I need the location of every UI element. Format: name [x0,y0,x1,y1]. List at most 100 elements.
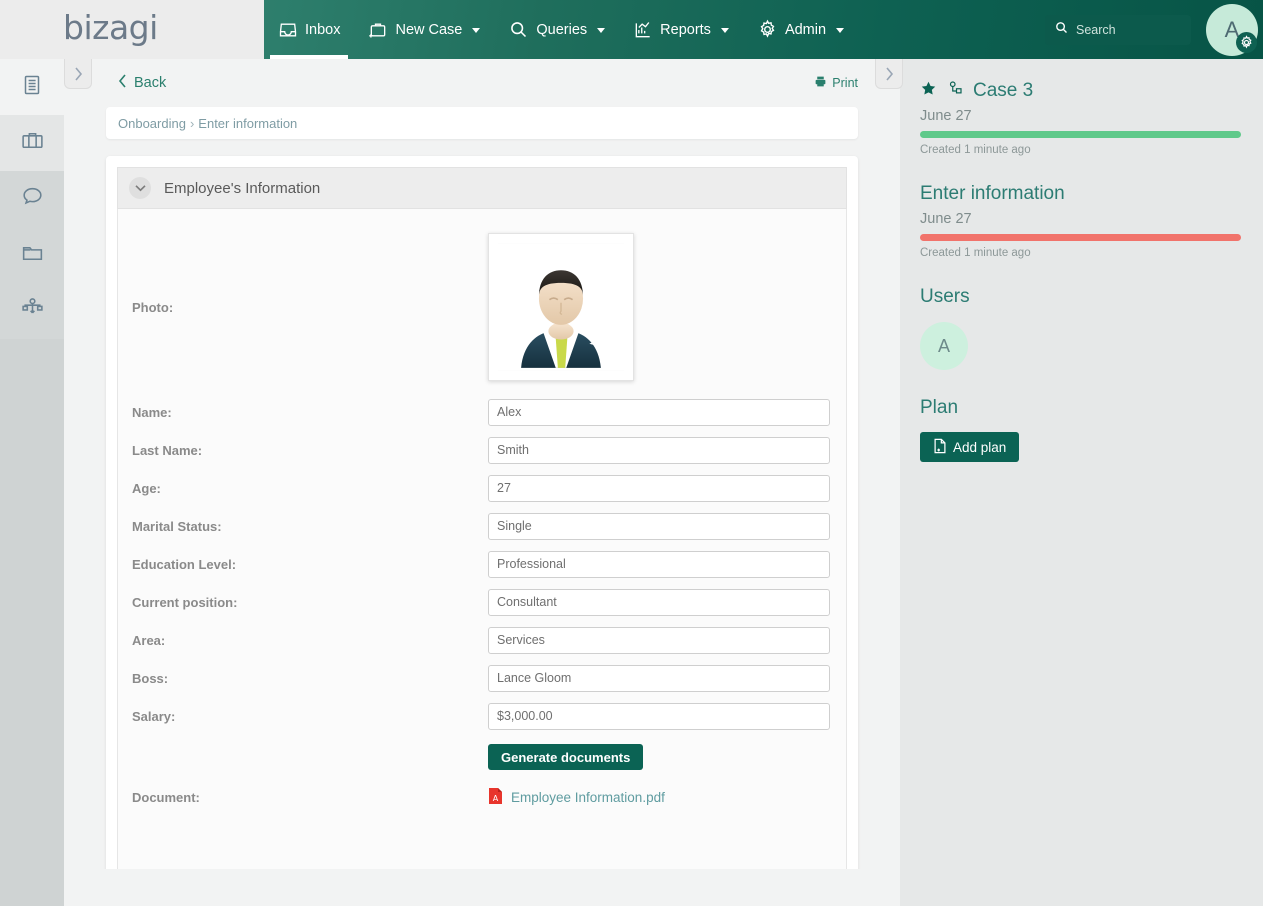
svg-text:A: A [493,794,499,803]
task-progress-bar [920,234,1241,241]
area-field[interactable] [488,626,830,654]
search-box[interactable] [1045,14,1191,45]
chevron-down-icon [720,28,729,33]
sidebar-item-process[interactable] [0,283,64,339]
current-position-field[interactable] [488,588,830,616]
back-button-label: Back [134,75,167,91]
top-navigation-bar: bizagi Inbox New Case Queries Reports Ad… [0,0,1263,59]
generate-documents-button[interactable]: Generate documents [488,744,644,770]
brand-logo-zone: bizagi [0,0,264,59]
content-toolbar: Back Print [64,59,900,107]
breadcrumb-separator: › [189,115,195,131]
sidebar-item-messages[interactable] [0,171,64,227]
pdf-file-icon: A [488,787,503,808]
document-label: Document: [132,789,200,805]
form-row: Education Level: [118,545,846,583]
nav-item-new-case[interactable]: New Case [354,0,494,59]
chevron-left-icon [118,74,127,92]
new-case-icon [368,20,388,40]
nav-item-queries[interactable]: Queries [494,0,619,59]
gear-icon [757,19,778,40]
current-position-field-label: Current position: [132,594,238,610]
employee-form-card: Employee's Information Photo: Name: Alex… [106,156,858,869]
photo-row: Photo: [118,221,846,393]
form-row: Name: [118,393,846,431]
nav-item-admin[interactable]: Admin [743,0,858,59]
gear-icon[interactable] [1236,32,1257,53]
nav-item-label: Inbox [305,21,341,38]
form-row: Age: [118,469,846,507]
nav-item-reports[interactable]: Reports [619,0,743,59]
case-progress-bar [920,131,1241,138]
form-row: Boss: [118,659,846,697]
nav-item-label: New Case [395,21,463,38]
photo-frame[interactable] [488,233,634,381]
breadcrumb-current: Enter information [198,115,298,131]
nav-item-inbox[interactable]: Inbox [264,0,354,59]
document-row: Document: A Employee Information.pdf [118,773,846,811]
left-icon-rail [0,59,64,906]
chevron-down-icon [597,28,606,33]
form-row: Current position: [118,583,846,621]
case-node-icon [946,79,964,102]
area-field-label: Area: [132,632,166,648]
clipboard-list-icon [20,73,44,102]
case-created-text: Created 1 minute ago [920,144,1031,156]
user-avatar[interactable]: A [920,322,968,370]
salary-field[interactable] [488,702,830,730]
name-field[interactable] [488,398,830,426]
document-link[interactable]: A Employee Information.pdf [488,787,665,808]
main-content-column: Back Print Onboarding › Enter informatio… [64,59,900,869]
form-row: Marital Status: [118,507,846,545]
workflow-icon [20,296,45,326]
search-input[interactable] [1076,22,1182,37]
breadcrumb: Onboarding › Enter information [106,107,858,139]
briefcase-icon [20,128,45,158]
form-row: Area: [118,621,846,659]
back-button[interactable]: Back [118,74,166,92]
education-level-field[interactable] [488,550,830,578]
sidebar-item-documents[interactable] [0,227,64,283]
add-plan-button[interactable]: Add plan [920,432,1020,462]
search-icon [1054,20,1069,40]
task-created-text: Created 1 minute ago [920,247,1031,259]
file-plus-icon [933,438,947,457]
bizagi-logo[interactable]: bizagi [63,8,158,47]
form-body: Photo: Name: Alex Last Name: Smith Age: … [117,209,847,869]
sidebar-item-cases[interactable] [0,115,64,171]
document-link-label: Employee Information.pdf [511,789,665,805]
printer-icon [814,75,827,91]
nav-item-label: Queries [536,21,588,38]
form-section-title: Employee's Information [164,179,321,197]
boss-field[interactable] [488,664,830,692]
collapse-right-toggle[interactable] [875,59,903,89]
plan-heading: Plan [920,397,959,418]
star-icon[interactable] [920,80,937,102]
task-title: Enter information [920,183,1065,204]
chevron-down-icon [472,28,481,33]
user-avatar-area[interactable]: A [1201,0,1263,59]
breadcrumb-root[interactable]: Onboarding [118,116,186,131]
task-date: June 27 [920,211,972,227]
add-plan-label: Add plan [953,439,1007,455]
last-name-field-label: Last Name: [132,442,203,458]
form-section-header[interactable]: Employee's Information [117,167,847,209]
photo-label: Photo: [132,299,174,315]
age-field[interactable] [488,474,830,502]
sidebar-item-tasks[interactable] [0,59,64,115]
last-name-field[interactable] [488,436,830,464]
users-heading: Users [920,286,970,307]
businessman-avatar [498,243,624,371]
chevron-down-icon[interactable] [129,177,151,199]
case-date: June 27 [920,108,972,124]
folder-icon [20,240,45,270]
marital-status-field[interactable] [488,512,830,540]
form-fields: Name: Last Name: Age: Marital Status: Educat… [118,393,846,735]
collapse-left-toggle[interactable] [64,59,92,89]
bizagi-work-portal: bizagi Inbox New Case Queries Reports Ad… [0,0,1263,906]
form-row: Last Name: [118,431,846,469]
name-field-label: Name: [132,404,172,420]
chevron-down-icon [836,28,845,33]
print-button[interactable]: Print [814,75,858,91]
boss-field-label: Boss: [132,670,169,686]
